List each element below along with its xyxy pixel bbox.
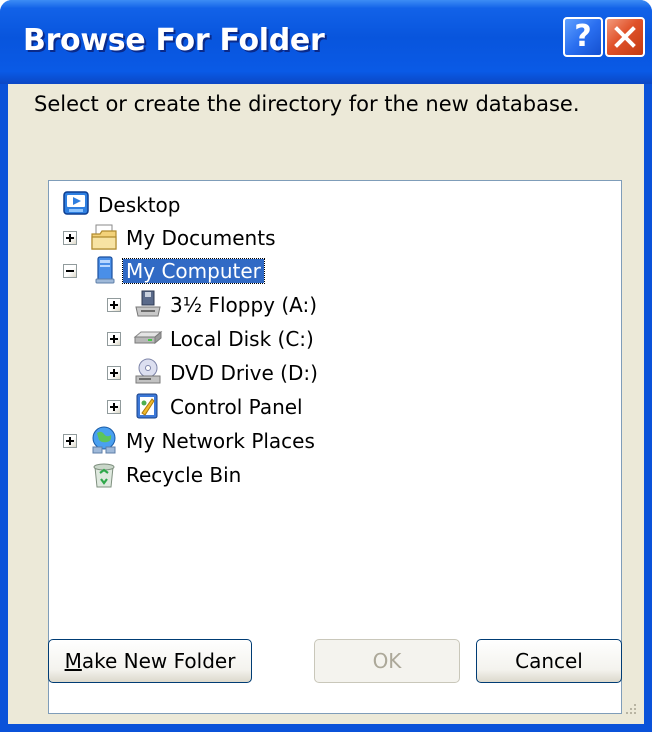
expand-toggle[interactable] <box>63 434 77 448</box>
title-bar[interactable]: Browse For Folder ? <box>0 0 652 84</box>
button-label: OK <box>372 649 402 673</box>
tree-item-label: Recycle Bin <box>126 463 242 487</box>
expand-toggle[interactable] <box>107 366 121 380</box>
dvd-drive-icon <box>135 358 161 384</box>
button-label: ake New Folder <box>81 649 236 673</box>
expand-toggle[interactable] <box>107 332 121 346</box>
cancel-button[interactable]: Cancel <box>476 639 622 683</box>
tree-item-label: My Network Places <box>126 429 315 453</box>
network-places-icon <box>92 426 116 454</box>
make-new-folder-button[interactable]: Make New Folder <box>48 639 252 683</box>
tree-item-label: My Documents <box>126 226 276 250</box>
ok-button[interactable]: OK <box>314 639 460 683</box>
folder-tree[interactable]: Desktop My Documents My Computer 3½ Flop… <box>48 180 622 714</box>
hard-disk-icon <box>133 330 163 345</box>
my-documents-icon <box>91 224 117 250</box>
tree-item-label: My Computer <box>122 258 265 284</box>
collapse-toggle[interactable] <box>63 264 77 278</box>
close-button[interactable] <box>605 17 645 57</box>
tree-item-label: Desktop <box>98 193 181 217</box>
tree-item-label: Local Disk (C:) <box>170 327 314 351</box>
button-label: Cancel <box>515 649 583 673</box>
my-computer-icon <box>95 256 115 284</box>
mnemonic-letter: M <box>64 649 82 673</box>
tree-item-label: 3½ Floppy (A:) <box>170 293 318 317</box>
desktop-icon <box>63 191 89 215</box>
instruction-text: Select or create the directory for the n… <box>34 92 580 116</box>
window-title: Browse For Folder <box>23 23 325 58</box>
expand-toggle[interactable] <box>63 231 77 245</box>
browse-for-folder-window: Browse For Folder ? Select or create the… <box>0 0 652 732</box>
floppy-drive-icon <box>135 290 161 317</box>
recycle-bin-icon <box>93 463 115 488</box>
expand-toggle[interactable] <box>107 400 121 414</box>
control-panel-icon <box>136 393 158 419</box>
dialog-body: Select or create the directory for the n… <box>8 84 644 724</box>
tree-item-label: Control Panel <box>170 395 303 419</box>
tree-item-label: DVD Drive (D:) <box>170 361 318 385</box>
expand-toggle[interactable] <box>107 298 121 312</box>
close-icon <box>614 26 636 48</box>
help-icon: ? <box>574 19 592 54</box>
help-button[interactable]: ? <box>563 17 603 57</box>
resize-grip-icon[interactable] <box>620 700 638 718</box>
